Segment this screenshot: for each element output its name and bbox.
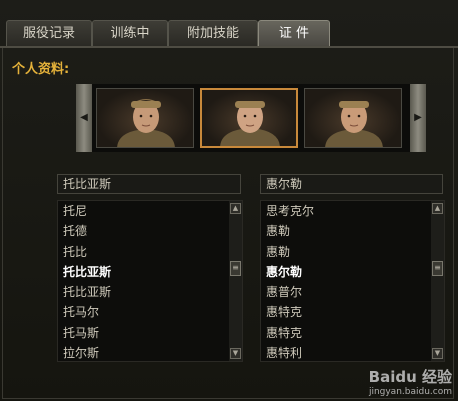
list-item[interactable]: 托比亚斯 [58, 282, 242, 302]
section-title: 个人资料: [12, 62, 70, 77]
list-item[interactable]: 托马斯 [58, 323, 242, 343]
face-icon [220, 101, 280, 146]
last-name-field[interactable]: 惠尔勒 [260, 174, 443, 194]
tab-documents[interactable]: 证 件 [258, 20, 330, 46]
face-icon [325, 101, 383, 147]
scroll-up-button[interactable]: ▲ [432, 203, 443, 214]
scrollbar[interactable]: ▲ ≡ ▼ [431, 201, 444, 361]
scroll-down-button[interactable]: ▼ [230, 348, 241, 359]
list-item[interactable]: 惠特克 [261, 302, 444, 322]
tab-training[interactable]: 训练中 [92, 20, 168, 46]
list-item[interactable]: 托尼 [58, 201, 242, 221]
list-item[interactable]: 思考克尔 [261, 201, 444, 221]
list-item[interactable]: 惠特利 [261, 343, 444, 363]
portrait-carousel: ◀ ▶ [76, 84, 426, 152]
list-item[interactable]: 托比 [58, 242, 242, 262]
first-name-list: 托尼 托德 托比 托比亚斯 托比亚斯 托马尔 托马斯 拉尔斯 ▲ ≡ ▼ [57, 200, 243, 362]
list-item-selected[interactable]: 托比亚斯 [58, 262, 242, 282]
list-item[interactable]: 惠普尔 [261, 282, 444, 302]
scroll-down-button[interactable]: ▼ [432, 348, 443, 359]
list-item[interactable]: 拉尔斯 [58, 343, 242, 363]
last-name-list: 思考克尔 惠勒 惠勒 惠尔勒 惠普尔 惠特克 惠特克 惠特利 ▲ ≡ ▼ [260, 200, 445, 362]
list-item[interactable]: 托马尔 [58, 302, 242, 322]
chevron-left-icon: ◀ [80, 112, 88, 123]
scroll-thumb[interactable]: ≡ [432, 261, 443, 276]
carousel-right-arrow[interactable]: ▶ [410, 84, 426, 152]
carousel-left-arrow[interactable]: ◀ [76, 84, 92, 152]
tab-bar: 服役记录 训练中 附加技能 证 件 [4, 0, 334, 46]
portrait-1[interactable] [96, 88, 194, 148]
tab-extra-skills[interactable]: 附加技能 [168, 20, 258, 46]
tab-service-record[interactable]: 服役记录 [6, 20, 92, 46]
grip-icon: ≡ [232, 263, 239, 272]
chevron-down-icon: ▼ [232, 349, 239, 357]
list-item[interactable]: 惠勒 [261, 221, 444, 241]
portrait-3[interactable] [304, 88, 402, 148]
scroll-thumb[interactable]: ≡ [230, 261, 241, 276]
watermark: Baidu 经验 jingyan.baidu.com [369, 366, 452, 397]
first-name-field[interactable]: 托比亚斯 [57, 174, 241, 194]
scrollbar[interactable]: ▲ ≡ ▼ [229, 201, 242, 361]
scroll-up-button[interactable]: ▲ [230, 203, 241, 214]
face-icon [117, 99, 175, 147]
portrait-2[interactable] [200, 88, 298, 148]
grip-icon: ≡ [434, 263, 441, 272]
chevron-up-icon: ▲ [232, 204, 239, 212]
watermark-brand: Baidu 经验 [368, 368, 452, 386]
list-item-selected[interactable]: 惠尔勒 [261, 262, 444, 282]
chevron-up-icon: ▲ [434, 204, 441, 212]
chevron-right-icon: ▶ [414, 112, 422, 123]
watermark-url: jingyan.baidu.com [368, 387, 452, 397]
list-item[interactable]: 惠特克 [261, 323, 444, 343]
list-item[interactable]: 惠勒 [261, 242, 444, 262]
list-item[interactable]: 托德 [58, 221, 242, 241]
chevron-down-icon: ▼ [434, 349, 441, 357]
